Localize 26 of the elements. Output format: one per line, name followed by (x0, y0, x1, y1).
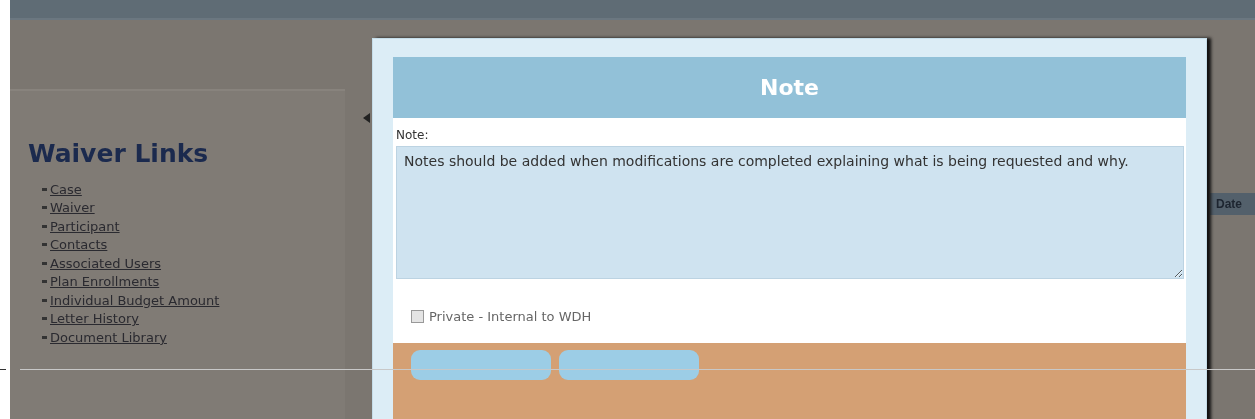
dialog-title: Note (393, 57, 1186, 118)
sidebar-link[interactable]: Case (50, 181, 82, 197)
sidebar-link[interactable]: Associated Users (50, 255, 161, 271)
sidebar-link[interactable]: Document Library (50, 329, 167, 345)
checkbox[interactable] (411, 309, 424, 323)
caret-icon[interactable] (363, 113, 370, 123)
note-field[interactable]: Notes should be added when modifications are completed explaining what is being requested and why. (396, 146, 1184, 279)
sidebar-link[interactable]: Letter History (50, 311, 139, 327)
sidebar-title: Waiver Links (28, 139, 210, 168)
bullet-icon (42, 298, 47, 302)
field-label: Note: (396, 128, 430, 142)
bullet-icon (42, 280, 47, 284)
bullet-icon (42, 317, 47, 321)
bullet-icon (42, 187, 47, 191)
bullet-icon (42, 243, 47, 247)
sidebar-link[interactable]: Participant (50, 218, 120, 234)
bullet-icon (42, 224, 47, 228)
bullet-icon (42, 206, 47, 210)
sidebar-link[interactable]: Plan Enrollments (50, 274, 160, 290)
sidebar-link[interactable]: Contacts (50, 237, 108, 253)
bullet-icon (42, 335, 47, 339)
bullet-icon (42, 261, 47, 265)
table-header: Date (1210, 193, 1255, 215)
checkbox-label: Private - Internal to WDH (429, 308, 592, 324)
sidebar-link[interactable]: Individual Budget Amount (50, 292, 220, 308)
sidebar-link[interactable]: Waiver (50, 200, 95, 216)
